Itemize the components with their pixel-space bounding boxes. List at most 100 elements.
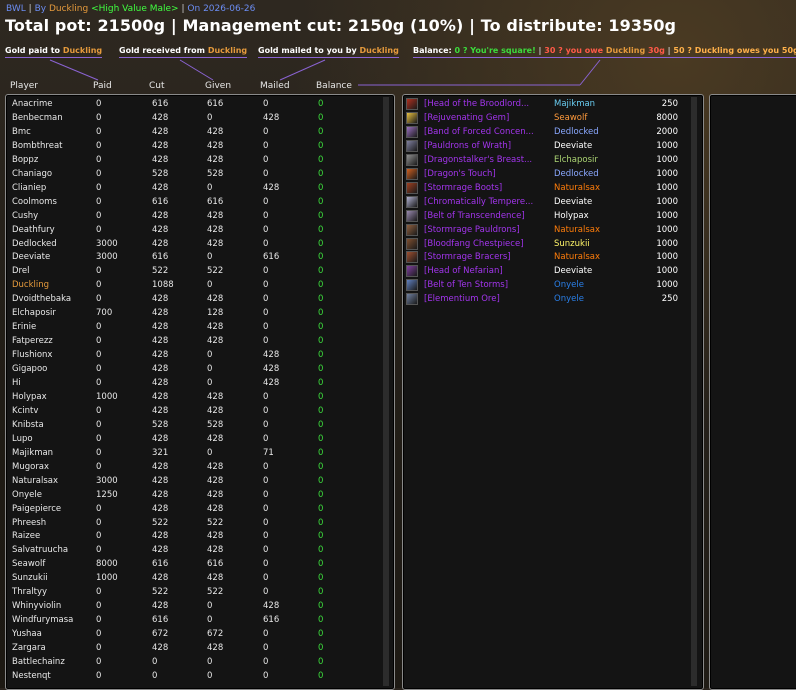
table-row[interactable]: Anacrime 0 616 616 0 0 bbox=[0, 97, 380, 111]
loot-item-link[interactable]: [Stormrage Pauldrons] bbox=[424, 223, 552, 237]
loot-row[interactable]: [Belt of Ten Storms] Onyele 1000 bbox=[406, 278, 686, 292]
table-row[interactable]: Mugorax 0 428 428 0 0 bbox=[0, 460, 380, 474]
loot-item-link[interactable]: [Belt of Ten Storms] bbox=[424, 278, 552, 292]
loot-item-link[interactable]: [Chromatically Tempere... bbox=[424, 195, 552, 209]
table-row[interactable]: Erinie 0 428 428 0 0 bbox=[0, 320, 380, 334]
loot-row[interactable]: [Belt of Transcendence] Holypax 1000 bbox=[406, 209, 686, 223]
table-row[interactable]: Hi 0 428 0 428 0 bbox=[0, 376, 380, 390]
player-mailed: 0 bbox=[263, 322, 269, 333]
table-row[interactable]: Deathfury 0 428 428 0 0 bbox=[0, 223, 380, 237]
loot-row[interactable]: [Stormrage Boots] Naturalsax 1000 bbox=[406, 181, 686, 195]
loot-item-link[interactable]: [Dragonstalker's Breast... bbox=[424, 153, 552, 167]
loot-item-link[interactable]: [Dragon's Touch] bbox=[424, 167, 552, 181]
loot-row[interactable]: [Elementium Ore] Onyele 250 bbox=[406, 292, 686, 306]
table-row[interactable]: Onyele 1250 428 428 0 0 bbox=[0, 488, 380, 502]
loot-winner: Sunzukii bbox=[554, 238, 590, 249]
loot-row[interactable]: [Band of Forced Concen... Dedlocked 2000 bbox=[406, 125, 686, 139]
table-row[interactable]: Dedlocked 3000 428 428 0 0 bbox=[0, 237, 380, 251]
table-row[interactable]: Chaniago 0 528 528 0 0 bbox=[0, 167, 380, 181]
loot-row[interactable]: [Pauldrons of Wrath] Deeviate 1000 bbox=[406, 139, 686, 153]
table-row[interactable]: Naturalsax 3000 428 428 0 0 bbox=[0, 474, 380, 488]
player-balance: 0 bbox=[318, 336, 324, 347]
loot-row[interactable]: [Stormrage Pauldrons] Naturalsax 1000 bbox=[406, 223, 686, 237]
col-header-player: Player bbox=[10, 81, 39, 91]
table-row[interactable]: Dvoidthebaka 0 428 428 0 0 bbox=[0, 292, 380, 306]
player-cut: 428 bbox=[152, 378, 169, 388]
loot-item-link[interactable]: [Head of Nefarian] bbox=[424, 264, 552, 278]
table-row[interactable]: Lupo 0 428 428 0 0 bbox=[0, 432, 380, 446]
table-row[interactable]: Bmc 0 428 428 0 0 bbox=[0, 125, 380, 139]
player-name: Windfurymasa bbox=[12, 615, 74, 626]
loot-item-link[interactable]: [Stormrage Bracers] bbox=[424, 250, 552, 264]
table-row[interactable]: Bombthreat 0 428 428 0 0 bbox=[0, 139, 380, 153]
player-paid: 0 bbox=[96, 280, 102, 291]
table-row[interactable]: Sunzukii 1000 428 428 0 0 bbox=[0, 571, 380, 585]
extra-panel[interactable] bbox=[709, 94, 796, 690]
player-given: 672 bbox=[207, 629, 224, 640]
player-given: 428 bbox=[207, 461, 224, 472]
table-row[interactable]: Gigapoo 0 428 0 428 0 bbox=[0, 362, 380, 376]
player-name: Onyele bbox=[12, 489, 42, 500]
loot-row[interactable]: [Head of Nefarian] Deeviate 1000 bbox=[406, 264, 686, 278]
table-row[interactable]: Deeviate 3000 616 0 616 0 bbox=[0, 250, 380, 264]
table-row[interactable]: Boppz 0 428 428 0 0 bbox=[0, 153, 380, 167]
loot-row[interactable]: [Dragon's Touch] Dedlocked 1000 bbox=[406, 167, 686, 181]
player-cut: 528 bbox=[152, 419, 169, 430]
table-row[interactable]: Paigepierce 0 428 428 0 0 bbox=[0, 502, 380, 516]
player-balance: 0 bbox=[318, 182, 324, 193]
loot-row[interactable]: [Rejuvenating Gem] Seawolf 8000 bbox=[406, 111, 686, 125]
loot-row[interactable]: [Chromatically Tempere... Deeviate 1000 bbox=[406, 195, 686, 209]
loot-item-link[interactable]: [Stormrage Boots] bbox=[424, 181, 552, 195]
player-balance: 0 bbox=[318, 629, 324, 640]
table-row[interactable]: Elchaposir 700 428 128 0 0 bbox=[0, 306, 380, 320]
player-cut: 428 bbox=[152, 224, 169, 235]
player-mailed: 0 bbox=[263, 559, 269, 570]
player-mailed: 0 bbox=[263, 140, 269, 151]
table-row[interactable]: Whinyviolin 0 428 0 428 0 bbox=[0, 599, 380, 613]
table-row[interactable]: Yushaa 0 672 672 0 0 bbox=[0, 627, 380, 641]
table-row[interactable]: Knibsta 0 528 528 0 0 bbox=[0, 418, 380, 432]
table-row[interactable]: Zargara 0 428 428 0 0 bbox=[0, 641, 380, 655]
table-row[interactable]: Fatperezz 0 428 428 0 0 bbox=[0, 334, 380, 348]
table-row[interactable]: Phreesh 0 522 522 0 0 bbox=[0, 516, 380, 530]
table-row[interactable]: Benbecman 0 428 0 428 0 bbox=[0, 111, 380, 125]
table-row[interactable]: Thraltyy 0 522 522 0 0 bbox=[0, 585, 380, 599]
loot-item-link[interactable]: [Elementium Ore] bbox=[424, 292, 552, 306]
table-row[interactable]: Clianiep 0 428 0 428 0 bbox=[0, 181, 380, 195]
table-row[interactable]: Cushy 0 428 428 0 0 bbox=[0, 209, 380, 223]
table-row[interactable]: Kcintv 0 428 428 0 0 bbox=[0, 404, 380, 418]
table-row[interactable]: Raizee 0 428 428 0 0 bbox=[0, 529, 380, 543]
player-scrollbar[interactable] bbox=[383, 97, 389, 686]
loot-item-link[interactable]: [Bloodfang Chestpiece] bbox=[424, 237, 552, 251]
loot-row[interactable]: [Stormrage Bracers] Naturalsax 1000 bbox=[406, 250, 686, 264]
player-given: 428 bbox=[207, 154, 224, 165]
table-row[interactable]: Salvatruucha 0 428 428 0 0 bbox=[0, 543, 380, 557]
player-paid: 0 bbox=[96, 531, 102, 542]
loot-row[interactable]: [Head of the Broodlord... Majikman 250 bbox=[406, 97, 686, 111]
table-row[interactable]: Drel 0 522 522 0 0 bbox=[0, 264, 380, 278]
table-row[interactable]: Flushionx 0 428 0 428 0 bbox=[0, 348, 380, 362]
loot-item-link[interactable]: [Band of Forced Concen... bbox=[424, 125, 552, 139]
loot-item-link[interactable]: [Pauldrons of Wrath] bbox=[424, 139, 552, 153]
table-row[interactable]: Duckling 0 1088 0 0 0 bbox=[0, 278, 380, 292]
loot-winner: Naturalsax bbox=[554, 252, 601, 263]
table-row[interactable]: Coolmoms 0 616 616 0 0 bbox=[0, 195, 380, 209]
loot-scrollbar[interactable] bbox=[691, 97, 697, 686]
player-paid: 0 bbox=[96, 517, 102, 528]
table-row[interactable]: Seawolf 8000 616 616 0 0 bbox=[0, 557, 380, 571]
table-row[interactable]: Battlechainz 0 0 0 0 0 bbox=[0, 655, 380, 669]
legend-balance: Balance: 0 ? You're square! | 30 ? you o… bbox=[413, 46, 796, 58]
player-balance: 0 bbox=[318, 657, 324, 667]
loot-row[interactable]: [Dragonstalker's Breast... Elchaposir 1000 bbox=[406, 153, 686, 167]
loot-item-link[interactable]: [Belt of Transcendence] bbox=[424, 209, 552, 223]
table-row[interactable]: Majikman 0 321 0 71 0 bbox=[0, 446, 380, 460]
table-row[interactable]: Windfurymasa 0 616 0 616 0 bbox=[0, 613, 380, 627]
player-mailed: 0 bbox=[263, 308, 269, 319]
loot-row[interactable]: [Bloodfang Chestpiece] Sunzukii 1000 bbox=[406, 237, 686, 251]
player-given: 528 bbox=[207, 419, 224, 430]
loot-item-link[interactable]: [Rejuvenating Gem] bbox=[424, 111, 552, 125]
loot-item-link[interactable]: [Head of the Broodlord... bbox=[424, 97, 552, 111]
player-name: Drel bbox=[12, 266, 30, 277]
table-row[interactable]: Holypax 1000 428 428 0 0 bbox=[0, 390, 380, 404]
table-row[interactable]: Nestenqt 0 0 0 0 0 bbox=[0, 669, 380, 683]
